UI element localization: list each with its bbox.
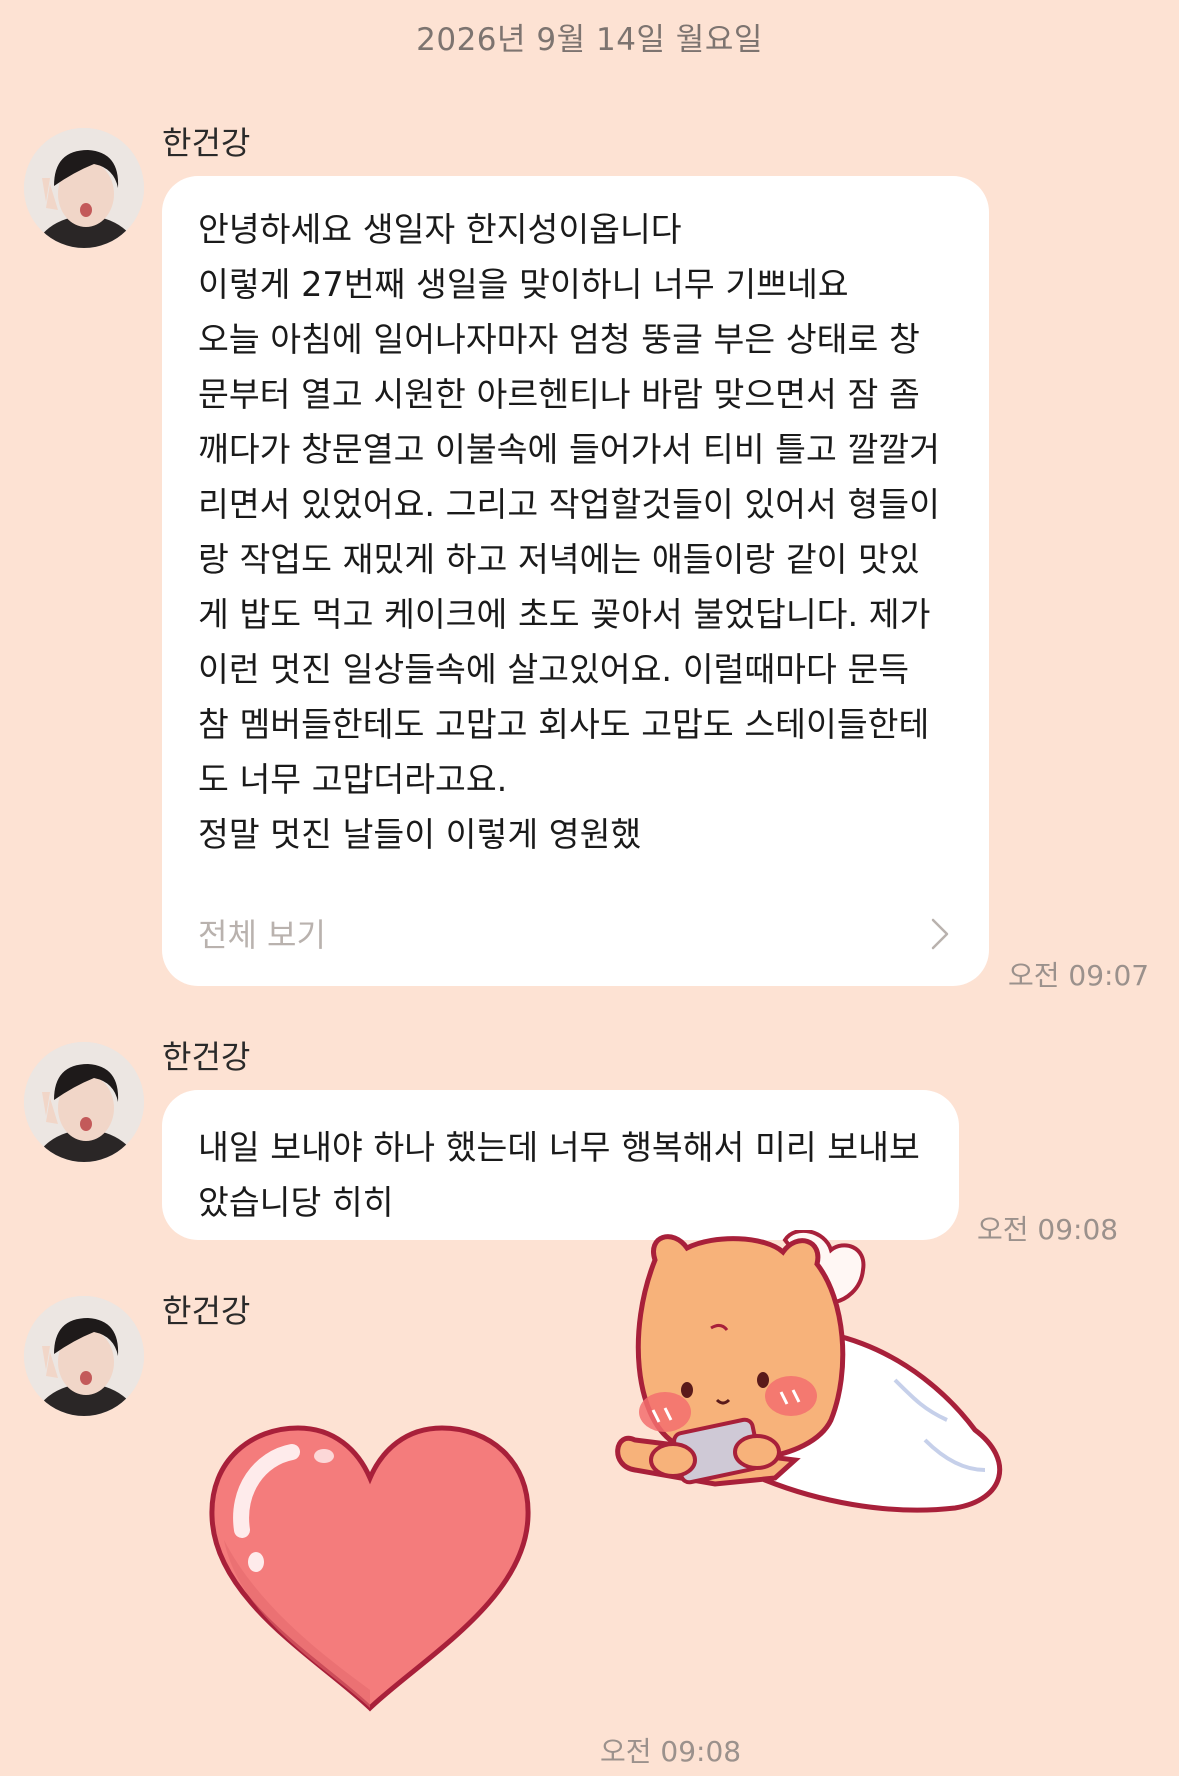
message-line: 도 너무 고맙더라고요. <box>198 760 508 799</box>
bear-with-phone-sticker[interactable] <box>595 1230 1095 1530</box>
view-all-link[interactable]: 전체 보기 <box>198 910 326 956</box>
message-bubble[interactable]: 안녕하세요 생일자 한지성이옵니다 이렇게 27번째 생일을 맞이하니 너무 기… <box>162 176 989 986</box>
sender-avatar[interactable] <box>24 128 144 248</box>
message-line: 문부터 열고 시원한 아르헨티나 바람 맞으면서 잠 좀 <box>198 375 920 414</box>
message-bubble[interactable]: 내일 보내야 하나 했는데 너무 행복해서 미리 보내보 았습니당 히히 <box>162 1090 959 1240</box>
message-line: 안녕하세요 생일자 한지성이옵니다 <box>198 210 682 249</box>
message-line: 게 밥도 먹고 케이크에 초도 꽂아서 불었답니다. 제가 <box>198 595 931 634</box>
message-line: 랑 작업도 재밌게 하고 저녁에는 애들이랑 같이 맛있 <box>198 540 920 579</box>
message-line: 정말 멋진 날들이 이렇게 영원했 <box>198 815 642 854</box>
heart-emoticon[interactable] <box>200 1420 540 1720</box>
message-line: 참 멤버들한테도 고맙고 회사도 고맙도 스테이들한테 <box>198 705 930 744</box>
chevron-right-icon[interactable] <box>925 916 955 952</box>
message-line: 았습니당 히히 <box>198 1183 394 1222</box>
sender-name: 한건강 <box>162 1038 251 1076</box>
date-header: 2026년 9월 14일 월요일 <box>416 22 763 58</box>
message-text: 안녕하세요 생일자 한지성이옵니다 이렇게 27번째 생일을 맞이하니 너무 기… <box>198 202 953 862</box>
message-line: 내일 보내야 하나 했는데 너무 행복해서 미리 보내보 <box>198 1128 920 1167</box>
message-line: 리면서 있었어요. 그리고 작업할것들이 있어서 형들이 <box>198 485 940 524</box>
sender-avatar[interactable] <box>24 1042 144 1162</box>
message-line: 오늘 아침에 일어나자마자 엄청 뚱글 부은 상태로 창 <box>198 320 920 359</box>
sender-name: 한건강 <box>162 124 251 162</box>
message-line: 깨다가 창문열고 이불속에 들어가서 티비 틀고 깔깔거 <box>198 430 940 469</box>
message-time: 오전 09:07 <box>1008 959 1150 992</box>
message-line: 이렇게 27번째 생일을 맞이하니 너무 기쁘네요 <box>198 265 849 304</box>
sender-avatar[interactable] <box>24 1296 144 1416</box>
sender-name: 한건강 <box>162 1292 251 1330</box>
message-line: 이런 멋진 일상들속에 살고있어요. 이럴때마다 문득 <box>198 650 910 689</box>
message-time: 오전 09:08 <box>600 1735 742 1768</box>
